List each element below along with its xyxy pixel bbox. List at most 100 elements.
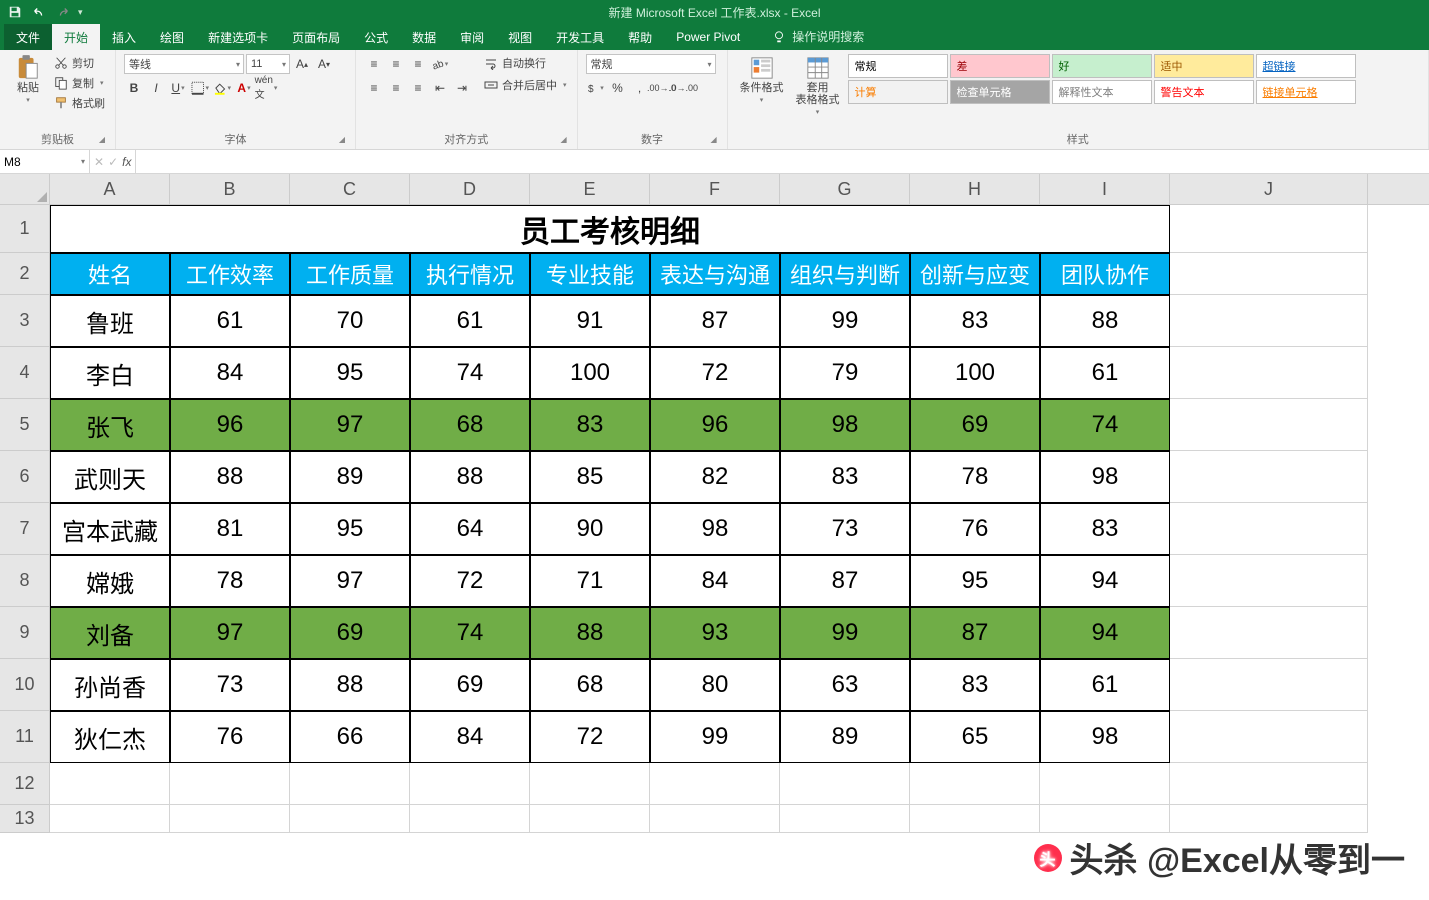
tab-newtab[interactable]: 新建选项卡 xyxy=(196,24,280,50)
cell[interactable] xyxy=(290,763,410,805)
cell[interactable]: 100 xyxy=(530,347,650,399)
tell-me[interactable] xyxy=(762,24,892,50)
cell[interactable]: 82 xyxy=(650,451,780,503)
cell[interactable] xyxy=(1170,555,1368,607)
row-header-13[interactable]: 13 xyxy=(0,805,49,833)
copy-button[interactable]: 复制▾ xyxy=(52,74,107,92)
font-launcher[interactable]: ◢ xyxy=(337,135,347,145)
tab-file[interactable]: 文件 xyxy=(4,24,52,50)
italic-button[interactable]: I xyxy=(146,78,166,98)
fx-icon[interactable]: fx xyxy=(122,155,131,169)
cell[interactable]: 98 xyxy=(780,399,910,451)
enter-formula-icon[interactable]: ✓ xyxy=(108,155,118,169)
cell[interactable]: 64 xyxy=(410,503,530,555)
undo-button[interactable] xyxy=(30,3,48,21)
cell[interactable]: 74 xyxy=(410,607,530,659)
row-headers[interactable]: 12345678910111213 xyxy=(0,205,50,833)
tell-me-input[interactable] xyxy=(792,30,882,44)
cell[interactable] xyxy=(1170,205,1368,253)
row-header-12[interactable]: 12 xyxy=(0,763,49,805)
cell[interactable]: 74 xyxy=(410,347,530,399)
style-swatch-1[interactable]: 差 xyxy=(950,54,1050,78)
row-header-6[interactable]: 6 xyxy=(0,451,49,503)
row-header-11[interactable]: 11 xyxy=(0,711,49,763)
cell[interactable] xyxy=(50,805,170,833)
cell[interactable]: 张飞 xyxy=(50,399,170,451)
decrease-font-button[interactable]: A▾ xyxy=(314,54,334,74)
cell[interactable] xyxy=(1170,347,1368,399)
cell[interactable] xyxy=(1170,503,1368,555)
cell[interactable]: 团队协作 xyxy=(1040,253,1170,295)
align-bottom-button[interactable]: ≡ xyxy=(408,54,428,74)
cell[interactable]: 68 xyxy=(410,399,530,451)
clipboard-launcher[interactable]: ◢ xyxy=(97,135,107,145)
cell[interactable]: 98 xyxy=(1040,711,1170,763)
cell[interactable] xyxy=(1170,399,1368,451)
cell[interactable]: 68 xyxy=(530,659,650,711)
row-header-3[interactable]: 3 xyxy=(0,295,49,347)
row-header-9[interactable]: 9 xyxy=(0,607,49,659)
cell[interactable]: 89 xyxy=(290,451,410,503)
cell[interactable] xyxy=(530,805,650,833)
row-header-2[interactable]: 2 xyxy=(0,253,49,295)
cell[interactable] xyxy=(780,805,910,833)
cell[interactable]: 96 xyxy=(650,399,780,451)
decrease-decimal-button[interactable]: .0→.00 xyxy=(674,78,694,98)
row-header-5[interactable]: 5 xyxy=(0,399,49,451)
col-header-I[interactable]: I xyxy=(1040,174,1170,204)
accounting-format-button[interactable]: $ xyxy=(586,78,606,98)
cell[interactable] xyxy=(1170,451,1368,503)
number-format-combo[interactable]: 常规 xyxy=(586,54,716,74)
style-swatch-6[interactable]: 检查单元格 xyxy=(950,80,1050,104)
increase-indent-button[interactable]: ⇥ xyxy=(452,78,472,98)
cell[interactable]: 95 xyxy=(910,555,1040,607)
cell[interactable]: 83 xyxy=(530,399,650,451)
cell[interactable] xyxy=(1040,805,1170,833)
style-swatch-9[interactable]: 链接单元格 xyxy=(1256,80,1356,104)
cell[interactable]: 65 xyxy=(910,711,1040,763)
cell[interactable]: 95 xyxy=(290,503,410,555)
cell[interactable]: 78 xyxy=(170,555,290,607)
font-name-combo[interactable]: 等线 xyxy=(124,54,244,74)
cell[interactable]: 88 xyxy=(290,659,410,711)
font-color-button[interactable]: A xyxy=(234,78,254,98)
cell[interactable]: 80 xyxy=(650,659,780,711)
cell[interactable] xyxy=(290,805,410,833)
align-middle-button[interactable]: ≡ xyxy=(386,54,406,74)
cell[interactable]: 武则天 xyxy=(50,451,170,503)
cell[interactable]: 宫本武藏 xyxy=(50,503,170,555)
cell[interactable]: 85 xyxy=(530,451,650,503)
cell[interactable]: 88 xyxy=(170,451,290,503)
cells-area[interactable]: 员工考核明细姓名工作效率工作质量执行情况专业技能表达与沟通组织与判断创新与应变团… xyxy=(50,205,1429,833)
border-button[interactable] xyxy=(190,78,210,98)
cell[interactable] xyxy=(1170,295,1368,347)
cell[interactable] xyxy=(170,805,290,833)
cell[interactable]: 99 xyxy=(650,711,780,763)
underline-button[interactable]: U xyxy=(168,78,188,98)
col-header-H[interactable]: H xyxy=(910,174,1040,204)
tab-powerpivot[interactable]: Power Pivot xyxy=(664,24,752,50)
cell[interactable]: 93 xyxy=(650,607,780,659)
cell[interactable]: 73 xyxy=(780,503,910,555)
align-right-button[interactable]: ≡ xyxy=(408,78,428,98)
col-header-J[interactable]: J xyxy=(1170,174,1368,204)
style-swatch-2[interactable]: 好 xyxy=(1052,54,1152,78)
align-top-button[interactable]: ≡ xyxy=(364,54,384,74)
name-box[interactable]: M8 xyxy=(0,150,90,173)
tab-help[interactable]: 帮助 xyxy=(616,24,664,50)
cell[interactable] xyxy=(650,805,780,833)
cell[interactable] xyxy=(410,763,530,805)
cell[interactable]: 72 xyxy=(410,555,530,607)
cell[interactable]: 鲁班 xyxy=(50,295,170,347)
cell[interactable]: 97 xyxy=(290,555,410,607)
style-swatch-3[interactable]: 适中 xyxy=(1154,54,1254,78)
cell[interactable]: 88 xyxy=(1040,295,1170,347)
cell[interactable]: 87 xyxy=(910,607,1040,659)
cell[interactable]: 李白 xyxy=(50,347,170,399)
cell[interactable] xyxy=(1170,805,1368,833)
cell[interactable] xyxy=(1170,253,1368,295)
cell[interactable]: 创新与应变 xyxy=(910,253,1040,295)
cell[interactable]: 专业技能 xyxy=(530,253,650,295)
percent-button[interactable]: % xyxy=(608,78,628,98)
cancel-formula-icon[interactable]: ✕ xyxy=(94,155,104,169)
